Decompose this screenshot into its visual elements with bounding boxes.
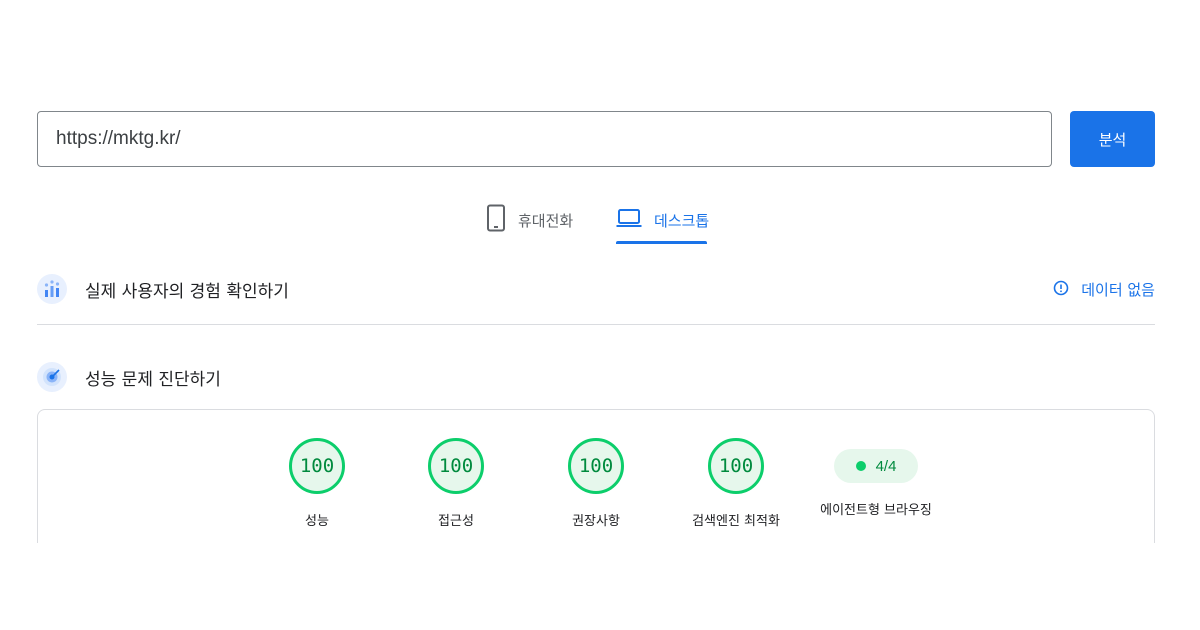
tab-mobile-label: 휴대전화 [518, 211, 574, 230]
no-data-link[interactable]: 데이터 없음 [1053, 279, 1155, 300]
pass-dot-icon [855, 461, 866, 471]
score-gauge-seo[interactable]: 100 검색엔진 최적화 [676, 438, 796, 529]
agentic-score-value: 4/4 [875, 457, 897, 475]
laptop-icon [616, 207, 642, 233]
lighthouse-icon [37, 362, 67, 392]
score-gauge-accessibility[interactable]: 100 접근성 [396, 438, 516, 529]
score-ring: 100 [428, 438, 484, 494]
score-ring: 100 [289, 438, 345, 494]
section-divider [37, 324, 1155, 325]
no-data-label: 데이터 없음 [1081, 281, 1155, 299]
cropped-area [0, 543, 1200, 630]
score-value: 100 [578, 455, 614, 477]
diagnostics-section: 성능 문제 진단하기 [37, 362, 1155, 392]
score-value: 100 [718, 455, 754, 477]
score-gauge-best-practices[interactable]: 100 권장사항 [536, 438, 656, 529]
field-data-title: 실제 사용자의 경험 확인하기 [85, 281, 289, 302]
score-label: 권장사항 [572, 514, 620, 529]
score-label: 검색엔진 최적화 [692, 514, 780, 529]
score-ring: 100 [568, 438, 624, 494]
url-row: 분석 [37, 111, 1155, 167]
score-label: 에이전트형 브라우징 [820, 503, 932, 518]
score-value: 100 [299, 455, 335, 477]
score-gauge-performance[interactable]: 100 성능 [257, 438, 377, 529]
device-tabs: 휴대전화 데스크톱 [0, 196, 1200, 246]
bar-chart-icon [37, 274, 67, 304]
info-icon [1053, 280, 1069, 300]
score-label: 성능 [305, 514, 329, 529]
score-ring: 100 [708, 438, 764, 494]
field-data-section: 실제 사용자의 경험 확인하기 데이터 없음 [37, 274, 1155, 304]
score-gauge-agentic-browsing[interactable]: 4/4 에이전트형 브라우징 [816, 438, 936, 518]
active-tab-indicator [616, 241, 707, 244]
url-input[interactable] [37, 111, 1052, 167]
analyze-button[interactable]: 분석 [1070, 111, 1155, 167]
score-label: 접근성 [438, 514, 474, 529]
agentic-score-pill: 4/4 [834, 449, 918, 483]
tab-desktop-label: 데스크톱 [654, 211, 710, 230]
score-value: 100 [438, 455, 474, 477]
tab-mobile[interactable]: 휴대전화 [486, 196, 573, 244]
diagnostics-title: 성능 문제 진단하기 [85, 369, 221, 390]
tab-desktop[interactable]: 데스크톱 [616, 196, 709, 244]
smartphone-icon [486, 204, 506, 236]
